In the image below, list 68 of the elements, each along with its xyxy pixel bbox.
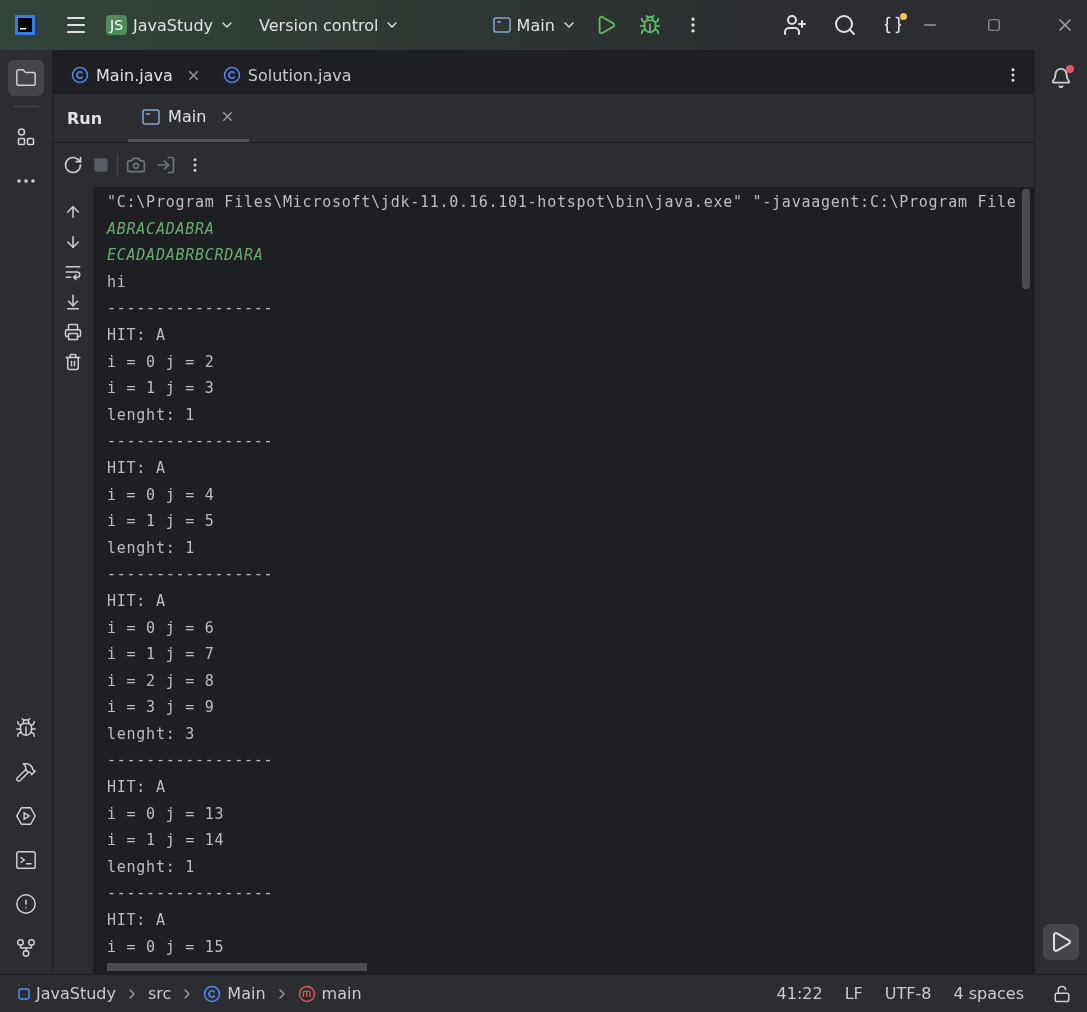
shapes-icon xyxy=(15,126,37,148)
indent-setting[interactable]: 4 spaces xyxy=(946,984,1031,1003)
console-line: HIT: A xyxy=(107,910,167,932)
module-icon xyxy=(18,987,30,1000)
git-icon xyxy=(15,937,37,959)
encoding[interactable]: UTF-8 xyxy=(877,984,939,1003)
run-button[interactable] xyxy=(1043,924,1079,960)
project-selector[interactable]: JS JavaStudy xyxy=(98,9,243,41)
class-icon xyxy=(222,66,241,84)
console-line: lenght: 1 xyxy=(107,537,197,559)
console-line: HIT: A xyxy=(107,324,167,346)
console-line: ----------------- xyxy=(107,883,275,905)
breadcrumb[interactable]: main xyxy=(297,984,362,1003)
console-line: i = 0 j = 4 xyxy=(107,484,216,506)
console-line: HIT: A xyxy=(107,590,167,612)
breadcrumb[interactable]: Main xyxy=(203,984,266,1003)
breadcrumb[interactable]: JavaStudy xyxy=(18,984,116,1003)
console-line: "C:\Program Files\Microsoft\jdk-11.0.16.101-hotspot\bin\java.exe" "-javaagent:C:\Program File xyxy=(107,192,1018,213)
maximize-icon[interactable] xyxy=(985,16,1003,34)
window-icon xyxy=(142,108,161,125)
bell-icon xyxy=(1050,67,1072,89)
tab-label: Main.java xyxy=(96,65,173,85)
console-line: lenght: 3 xyxy=(107,723,197,745)
console-line: ABRACADABRA xyxy=(107,218,216,240)
console-line: i = 0 j = 15 xyxy=(107,936,226,958)
class-icon xyxy=(71,66,89,84)
version-control-menu[interactable]: Version control xyxy=(251,9,409,41)
cursor-position[interactable]: 41:22 xyxy=(769,984,830,1003)
tab-label: Solution.java xyxy=(247,65,352,85)
app-logo xyxy=(14,14,36,36)
console-line: i = 2 j = 8 xyxy=(107,670,216,692)
console-line: ----------------- xyxy=(107,298,275,320)
console-line: i = 1 j = 3 xyxy=(107,378,216,400)
warning-icon xyxy=(15,893,37,915)
hammer-icon xyxy=(15,761,37,783)
console-line: i = 1 j = 5 xyxy=(107,511,216,533)
console-line: ----------------- xyxy=(107,564,275,586)
terminal-icon xyxy=(15,849,37,871)
hexagon-play-icon xyxy=(15,805,37,827)
folder-icon xyxy=(15,67,37,89)
editor-tab[interactable]: Solution.java xyxy=(214,61,360,89)
console-line: lenght: 1 xyxy=(107,404,197,426)
console-line: i = 1 j = 7 xyxy=(107,644,216,666)
console-line: i = 0 j = 13 xyxy=(107,803,226,825)
console-line: ----------------- xyxy=(107,750,275,772)
run-configuration-selector[interactable]: Main xyxy=(484,9,585,41)
console-line: i = 1 j = 14 xyxy=(107,830,226,852)
window-icon xyxy=(492,17,511,33)
bug-icon xyxy=(15,717,37,739)
class-icon xyxy=(203,984,222,1003)
console-line: hi xyxy=(107,271,128,293)
console-line: lenght: 1 xyxy=(107,856,197,878)
tool-window-button[interactable] xyxy=(8,60,44,96)
method-icon xyxy=(297,984,316,1003)
console-line: ECADADABRBCRDARA xyxy=(107,245,265,267)
console-line: HIT: A xyxy=(107,777,167,799)
more-icon xyxy=(17,179,35,183)
editor-tab[interactable]: Main.java xyxy=(63,61,209,89)
breadcrumb[interactable]: src xyxy=(148,984,172,1003)
console-line: i = 0 j = 6 xyxy=(107,617,216,639)
console-line: ----------------- xyxy=(107,431,275,453)
console-line: i = 0 j = 2 xyxy=(107,351,216,373)
line-separator[interactable]: LF xyxy=(837,984,870,1003)
tab-label: Main xyxy=(168,107,207,126)
console-line: i = 3 j = 9 xyxy=(107,697,216,719)
console-line: HIT: A xyxy=(107,457,167,479)
panel-title: Run xyxy=(67,108,103,128)
print-icon[interactable] xyxy=(62,321,84,343)
